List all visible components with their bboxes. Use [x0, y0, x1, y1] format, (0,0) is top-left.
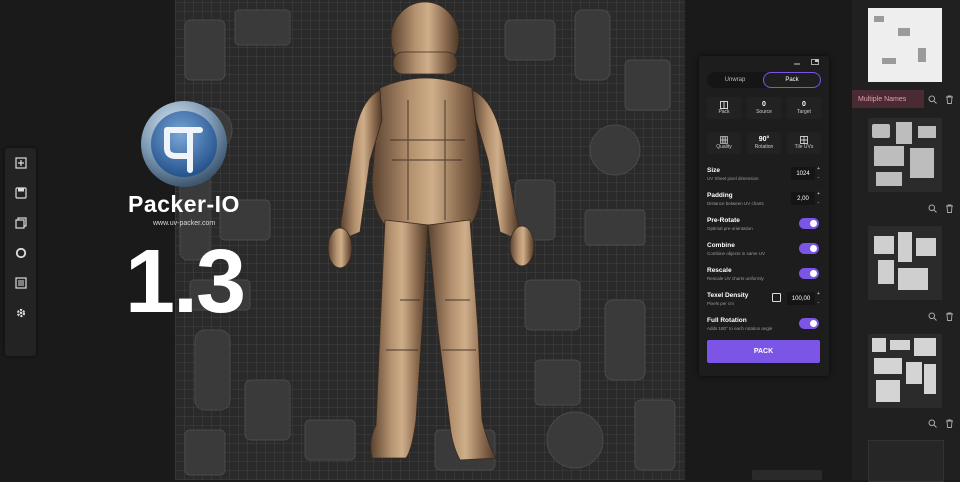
combine-toggle[interactable]	[799, 243, 819, 254]
texel-density-input[interactable]: 100,00	[787, 292, 815, 305]
combine-title: Combine	[707, 242, 735, 249]
version-number: 1.3	[125, 232, 246, 332]
texel-density-option: Texel Density Pixels per cm 100,00 + -	[707, 290, 821, 312]
layers-tool-button[interactable]	[5, 208, 36, 238]
size-option: Size UV Sheet pixel dimension 1024 + -	[707, 165, 821, 187]
texel-density-checkbox[interactable]	[772, 293, 781, 302]
rotation-button[interactable]: 90° Rotation	[747, 132, 781, 154]
left-toolbar	[5, 148, 36, 356]
row-actions-3	[928, 312, 954, 321]
stats-row-2: Quality 90° Rotation Tile UVs	[707, 132, 821, 154]
pre-rotate-toggle[interactable]	[799, 218, 819, 229]
uv-preview-column: Multiple Names	[852, 0, 960, 482]
zoom-icon[interactable]	[928, 95, 937, 104]
rescale-desc: Rescale UV charts uniformly	[707, 276, 764, 281]
mode-tabs: Unwrap Pack	[707, 72, 821, 88]
combine-desc: Combine objects in same UV	[707, 251, 766, 256]
source-label: Source	[756, 108, 772, 115]
zoom-icon[interactable]	[928, 204, 937, 213]
size-stepper[interactable]: + -	[816, 166, 821, 181]
size-desc: UV Sheet pixel dimension	[707, 176, 759, 181]
combine-option: Combine Combine objects in same UV	[707, 240, 821, 262]
uv-preview-1[interactable]	[868, 8, 942, 82]
circle-tool-button[interactable]	[5, 238, 36, 268]
layers-icon	[14, 217, 27, 229]
trash-icon[interactable]	[945, 419, 954, 428]
texel-density-title: Texel Density	[707, 292, 749, 299]
tile-uvs-label: Tile UVs	[794, 143, 814, 150]
multiple-names-label[interactable]: Multiple Names	[852, 90, 924, 108]
circle-icon	[15, 247, 26, 259]
full-rotation-option: Full Rotation Adds 180° to each rotation…	[707, 315, 821, 337]
trash-icon[interactable]	[945, 204, 954, 213]
target-stat: 0 Target	[787, 97, 821, 119]
rotation-label: Rotation	[754, 143, 774, 150]
target-count: 0	[802, 100, 806, 108]
add-icon	[14, 157, 27, 169]
pre-rotate-desc: Optimal pre-orientation	[707, 226, 753, 231]
padding-stepper[interactable]: + -	[816, 191, 821, 206]
list-tool-button[interactable]	[5, 268, 36, 298]
brand-name: Packer-IO	[128, 191, 240, 217]
texel-density-desc: Pixels per cm	[707, 301, 735, 306]
size-title: Size	[707, 167, 721, 174]
uv-preview-5[interactable]	[868, 440, 944, 482]
grid-icon	[720, 135, 728, 144]
row-actions-2	[928, 204, 954, 213]
full-rotation-title: Full Rotation	[707, 317, 747, 324]
source-stat: 0 Source	[747, 97, 781, 119]
pack-stat-button[interactable]: Pack	[707, 97, 741, 119]
brand-url: www.uv-packer.com	[153, 220, 216, 227]
tab-pack[interactable]: Pack	[763, 72, 821, 88]
rescale-title: Rescale	[707, 267, 732, 274]
save-icon	[14, 187, 27, 199]
quality-button[interactable]: Quality	[707, 132, 741, 154]
bottom-status-bar	[752, 470, 822, 480]
window-icon[interactable]	[811, 59, 819, 65]
pack-icon	[720, 100, 728, 109]
gear-icon	[16, 308, 25, 318]
tab-unwrap[interactable]: Unwrap	[707, 72, 763, 88]
full-rotation-toggle[interactable]	[799, 318, 819, 329]
pre-rotate-option: Pre-Rotate Optimal pre-orientation	[707, 215, 821, 237]
row-actions-4	[928, 419, 954, 428]
rescale-option: Rescale Rescale UV charts uniformly	[707, 265, 821, 287]
astronaut-3d-model	[327, 1, 535, 461]
rescale-toggle[interactable]	[799, 268, 819, 279]
settings-tool-button[interactable]	[5, 298, 36, 328]
zoom-icon[interactable]	[928, 419, 937, 428]
pack-stat-label: Pack	[718, 108, 730, 115]
pack-panel: Unwrap Pack Pack 0 Source 0 Target Quali…	[699, 56, 829, 376]
padding-title: Padding	[707, 192, 733, 199]
packer-io-logo	[141, 101, 227, 187]
add-tool-button[interactable]	[5, 148, 36, 178]
uv-preview-3[interactable]	[868, 226, 942, 300]
padding-desc: Distance between UV charts	[707, 201, 764, 206]
row-actions-1	[928, 95, 954, 104]
texel-density-stepper[interactable]: + -	[816, 291, 821, 306]
trash-icon[interactable]	[945, 95, 954, 104]
zoom-icon[interactable]	[928, 312, 937, 321]
stats-row-1: Pack 0 Source 0 Target	[707, 97, 821, 119]
source-count: 0	[762, 100, 766, 108]
save-tool-button[interactable]	[5, 178, 36, 208]
minimize-icon[interactable]	[793, 59, 801, 65]
uv-preview-2[interactable]	[868, 118, 942, 192]
tiles-icon	[800, 135, 808, 144]
size-input[interactable]: 1024	[791, 167, 815, 180]
full-rotation-desc: Adds 180° to each rotation angle	[707, 326, 773, 331]
quality-label: Quality	[716, 143, 732, 150]
list-icon	[14, 277, 27, 289]
padding-option: Padding Distance between UV charts 2,00 …	[707, 190, 821, 212]
pack-button[interactable]: PACK	[707, 340, 820, 363]
padding-input[interactable]: 2,00	[791, 192, 815, 205]
pre-rotate-title: Pre-Rotate	[707, 217, 740, 224]
trash-icon[interactable]	[945, 312, 954, 321]
uv-preview-4[interactable]	[868, 334, 942, 408]
rotation-value: 90°	[758, 135, 770, 143]
target-label: Target	[797, 108, 811, 115]
tile-uvs-button[interactable]: Tile UVs	[787, 132, 821, 154]
